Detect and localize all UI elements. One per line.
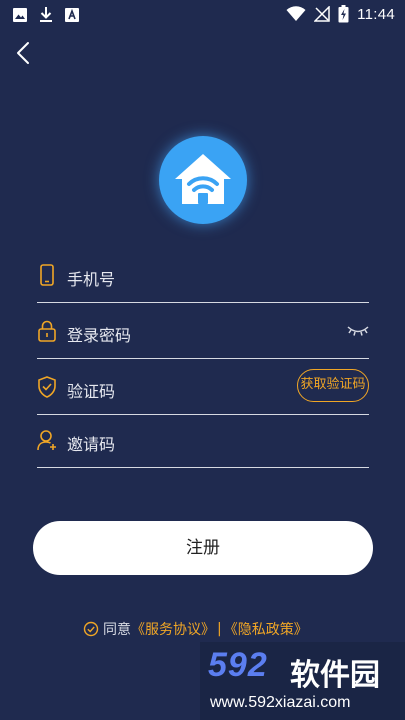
no-signal-icon (314, 6, 330, 22)
invite-code-field[interactable]: 邀请码 (37, 411, 369, 468)
shield-check-icon (38, 376, 56, 398)
code-placeholder: 验证码 (67, 382, 116, 401)
get-code-button[interactable]: 获取验证码 (297, 369, 369, 402)
battery-charging-icon (338, 5, 349, 23)
verification-code-field[interactable]: 验证码 获取验证码 (37, 358, 369, 415)
register-button[interactable]: 注册 (33, 521, 373, 575)
gallery-icon (13, 7, 27, 22)
watermark-name: 软件园 (290, 658, 380, 693)
app-logo: Domilink (159, 136, 247, 224)
phone-field[interactable]: 手机号 (37, 246, 369, 303)
user-add-icon (37, 430, 56, 451)
service-agreement-link[interactable]: 《服务协议》 (131, 619, 215, 639)
agree-prefix: 同意 (103, 622, 131, 638)
phone-placeholder: 手机号 (67, 270, 116, 289)
download-icon (40, 7, 52, 22)
watermark-number: 592 (208, 646, 268, 684)
watermark-url: www.592xiazai.com (210, 694, 351, 711)
agreement-row: 同意 《服务协议》 | 《隐私政策》 (83, 619, 308, 639)
lock-icon (38, 320, 56, 342)
password-placeholder: 登录密码 (67, 326, 132, 345)
password-field[interactable]: 登录密码 (37, 302, 369, 359)
logo-text: Domilink (191, 170, 215, 176)
agreement-separator: | (217, 621, 222, 637)
status-right: 11:44 (286, 5, 395, 23)
phone-icon (40, 264, 54, 286)
invite-placeholder: 邀请码 (67, 435, 116, 454)
font-icon (65, 7, 79, 22)
status-time: 11:44 (357, 5, 395, 23)
watermark: 592 软件园 www.592xiazai.com (200, 642, 405, 720)
wifi-icon (286, 6, 306, 21)
status-bar: 11:44 (0, 0, 405, 28)
back-arrow-icon[interactable] (12, 40, 36, 66)
check-circle-icon[interactable] (83, 621, 99, 637)
privacy-policy-link[interactable]: 《隐私政策》 (224, 619, 308, 639)
status-left (12, 6, 80, 23)
eye-closed-icon[interactable] (347, 324, 369, 338)
house-wifi-icon (175, 154, 231, 204)
